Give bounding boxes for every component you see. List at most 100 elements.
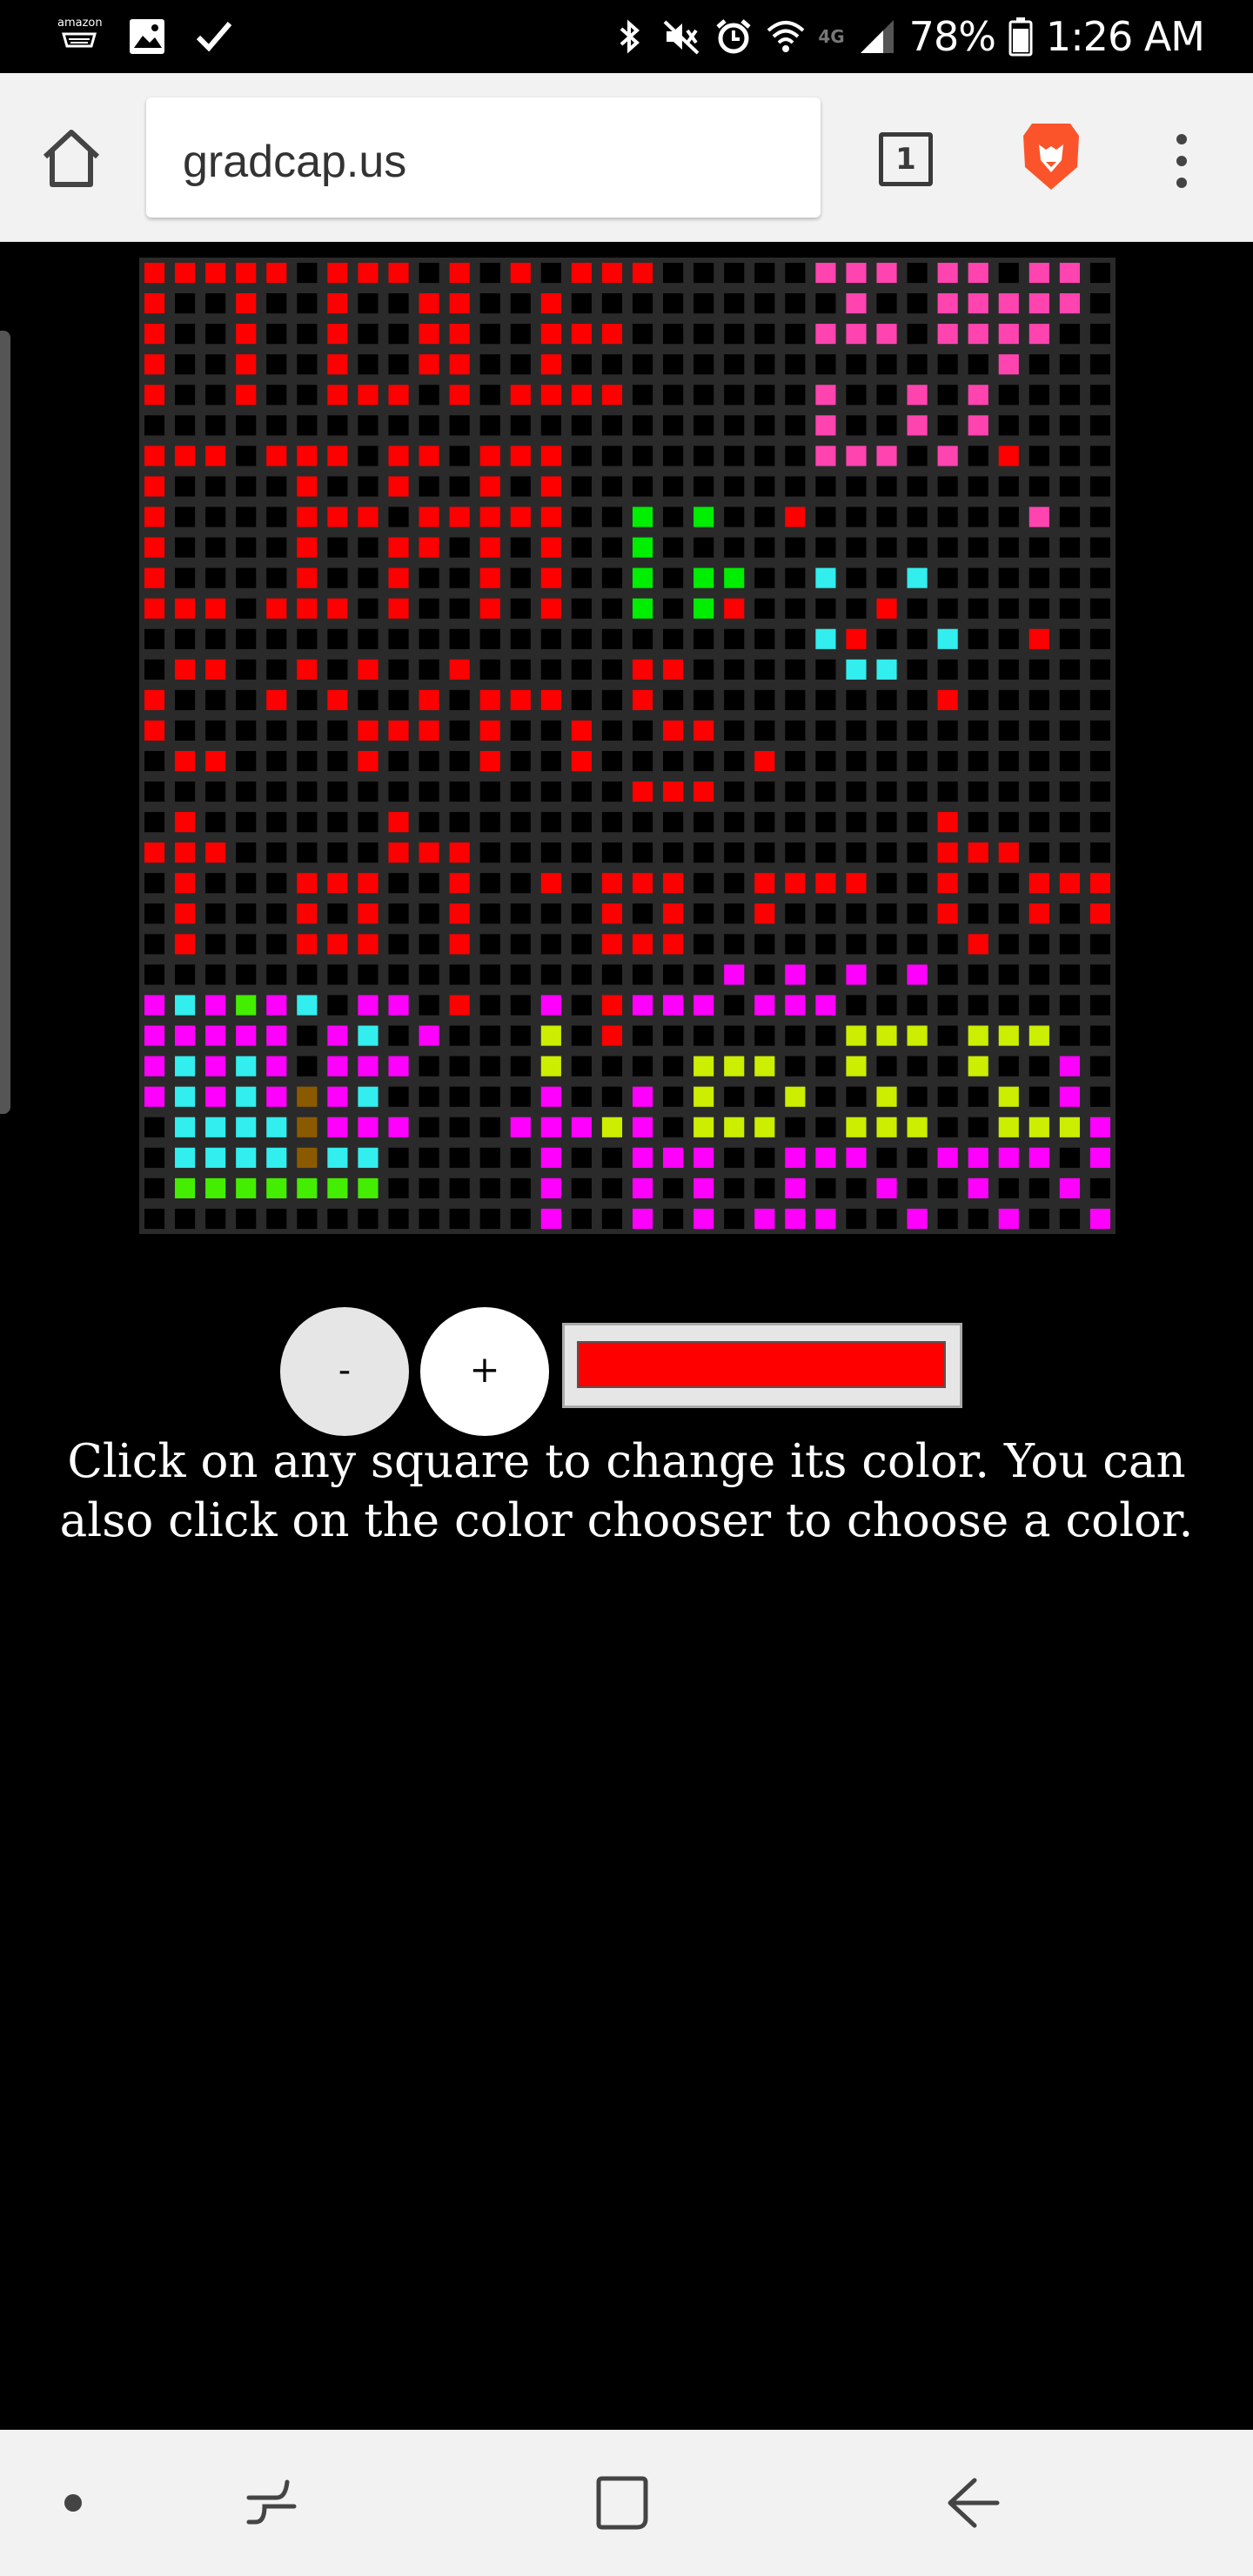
grid-cell[interactable] <box>1029 1208 1049 1230</box>
grid-cell[interactable] <box>510 1117 531 1137</box>
grid-cell[interactable] <box>358 1177 379 1198</box>
grid-cell[interactable] <box>479 659 500 680</box>
grid-cell[interactable] <box>846 934 867 955</box>
grid-cell[interactable] <box>815 812 836 833</box>
grid-cell[interactable] <box>297 598 318 619</box>
grid-cell[interactable] <box>297 262 318 284</box>
pixel-grid[interactable] <box>139 258 1116 1234</box>
grid-cell[interactable] <box>846 1147 867 1168</box>
grid-cell[interactable] <box>907 415 928 436</box>
grid-cell[interactable] <box>968 1025 988 1046</box>
grid-cell[interactable] <box>601 537 623 558</box>
grid-cell[interactable] <box>1059 842 1080 863</box>
grid-cell[interactable] <box>937 262 958 284</box>
grid-cell[interactable] <box>571 1147 592 1168</box>
grid-cell[interactable] <box>1059 262 1080 284</box>
grid-cell[interactable] <box>144 415 165 436</box>
grid-cell[interactable] <box>540 873 561 894</box>
grid-cell[interactable] <box>266 628 287 649</box>
grid-cell[interactable] <box>907 1025 928 1046</box>
grid-cell[interactable] <box>540 324 561 345</box>
grid-cell[interactable] <box>815 415 836 436</box>
grid-cell[interactable] <box>175 659 196 680</box>
grid-cell[interactable] <box>754 446 775 466</box>
grid-cell[interactable] <box>937 506 958 527</box>
grid-cell[interactable] <box>266 293 287 314</box>
grid-cell[interactable] <box>815 537 836 558</box>
grid-cell[interactable] <box>479 506 500 527</box>
grid-cell[interactable] <box>694 1147 714 1168</box>
grid-cell[interactable] <box>540 293 561 314</box>
grid-cell[interactable] <box>724 628 745 649</box>
nav-dot-icon[interactable] <box>64 2494 82 2512</box>
grid-cell[interactable] <box>968 293 988 314</box>
grid-cell[interactable] <box>358 628 379 649</box>
grid-cell[interactable] <box>449 537 470 558</box>
grid-cell[interactable] <box>144 537 165 558</box>
grid-cell[interactable] <box>968 720 988 741</box>
grid-cell[interactable] <box>998 598 1019 619</box>
grid-cell[interactable] <box>663 782 684 802</box>
grid-cell[interactable] <box>388 1086 409 1107</box>
grid-cell[interactable] <box>998 567 1019 588</box>
grid-cell[interactable] <box>876 720 897 741</box>
grid-cell[interactable] <box>1029 1056 1049 1077</box>
grid-cell[interactable] <box>998 1147 1019 1168</box>
grid-cell[interactable] <box>1089 1147 1111 1168</box>
grid-cell[interactable] <box>571 812 592 833</box>
grid-cell[interactable] <box>968 903 988 924</box>
grid-cell[interactable] <box>907 782 928 802</box>
grid-cell[interactable] <box>358 689 379 710</box>
grid-cell[interactable] <box>419 842 439 863</box>
grid-cell[interactable] <box>785 1177 806 1198</box>
grid-cell[interactable] <box>785 385 806 406</box>
grid-cell[interactable] <box>1059 995 1080 1016</box>
grid-cell[interactable] <box>968 1056 988 1077</box>
grid-cell[interactable] <box>907 628 928 649</box>
grid-cell[interactable] <box>1029 324 1049 345</box>
grid-cell[interactable] <box>1059 1177 1080 1198</box>
grid-cell[interactable] <box>754 476 775 497</box>
grid-cell[interactable] <box>785 293 806 314</box>
grid-cell[interactable] <box>144 903 165 924</box>
grid-cell[interactable] <box>175 812 196 833</box>
grid-cell[interactable] <box>419 689 439 710</box>
grid-cell[interactable] <box>479 750 500 772</box>
grid-cell[interactable] <box>144 750 165 772</box>
grid-cell[interactable] <box>937 1025 958 1046</box>
grid-cell[interactable] <box>479 446 500 466</box>
grid-cell[interactable] <box>327 1208 348 1230</box>
grid-cell[interactable] <box>1089 1208 1111 1230</box>
grid-cell[interactable] <box>876 354 897 375</box>
grid-cell[interactable] <box>601 689 623 710</box>
grid-cell[interactable] <box>724 689 745 710</box>
grid-cell[interactable] <box>297 812 318 833</box>
grid-cell[interactable] <box>388 385 409 406</box>
grid-cell[interactable] <box>998 537 1019 558</box>
grid-cell[interactable] <box>998 812 1019 833</box>
grid-cell[interactable] <box>479 995 500 1016</box>
grid-cell[interactable] <box>785 659 806 680</box>
grid-cell[interactable] <box>419 750 439 772</box>
grid-cell[interactable] <box>327 385 348 406</box>
grid-cell[interactable] <box>815 506 836 527</box>
grid-cell[interactable] <box>968 415 988 436</box>
grid-cell[interactable] <box>1029 1147 1049 1168</box>
grid-cell[interactable] <box>571 262 592 284</box>
grid-cell[interactable] <box>968 689 988 710</box>
grid-cell[interactable] <box>144 842 165 863</box>
grid-cell[interactable] <box>175 782 196 802</box>
grid-cell[interactable] <box>785 1208 806 1230</box>
grid-cell[interactable] <box>632 720 653 741</box>
grid-cell[interactable] <box>785 842 806 863</box>
grid-cell[interactable] <box>815 628 836 649</box>
grid-cell[interactable] <box>205 750 226 772</box>
grid-cell[interactable] <box>510 628 531 649</box>
grid-cell[interactable] <box>876 1025 897 1046</box>
grid-cell[interactable] <box>479 262 500 284</box>
grid-cell[interactable] <box>236 262 257 284</box>
grid-cell[interactable] <box>327 1086 348 1107</box>
grid-cell[interactable] <box>998 1025 1019 1046</box>
grid-cell[interactable] <box>540 964 561 985</box>
grid-cell[interactable] <box>601 842 623 863</box>
